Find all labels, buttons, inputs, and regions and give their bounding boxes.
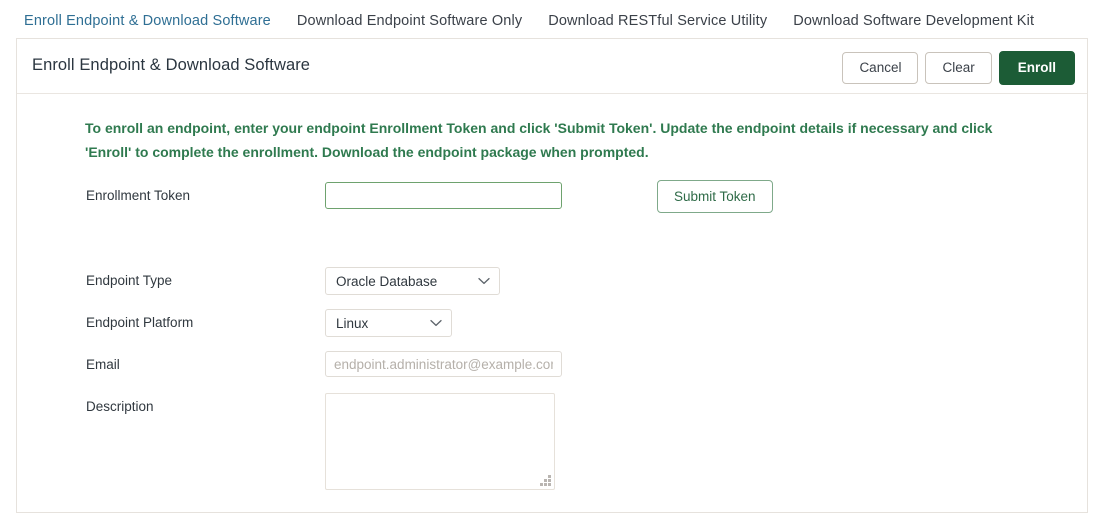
tab-label: Download RESTful Service Utility: [548, 13, 768, 29]
enroll-endpoint-panel: Enroll Endpoint & Download Software Canc…: [16, 39, 1088, 513]
chevron-down-icon: [478, 277, 490, 285]
endpoint-type-label: Endpoint Type: [86, 273, 173, 288]
tab-label: Download Endpoint Software Only: [296, 13, 523, 29]
submit-token-button[interactable]: Submit Token: [657, 180, 773, 213]
endpoint-type-value: Oracle Database: [336, 273, 438, 289]
chevron-down-icon: [430, 319, 442, 327]
tab-enroll-endpoint-download-software[interactable]: Enroll Endpoint & Download Software: [24, 0, 271, 42]
email-label: Email: [86, 357, 120, 372]
enrollment-token-input[interactable]: [325, 182, 562, 209]
endpoint-platform-select[interactable]: Linux: [325, 309, 452, 337]
tab-download-endpoint-software-only[interactable]: Download Endpoint Software Only: [297, 0, 522, 29]
endpoint-platform-value: Linux: [336, 315, 369, 331]
description-label: Description: [86, 399, 154, 414]
cancel-button[interactable]: Cancel: [842, 52, 919, 85]
tab-download-software-development-kit[interactable]: Download Software Development Kit: [793, 0, 1034, 29]
header-action-buttons: Cancel Clear Enroll: [842, 51, 1075, 86]
tab-bar: Enroll Endpoint & Download Software Down…: [0, 0, 1113, 42]
clear-button[interactable]: Clear: [925, 52, 992, 85]
endpoint-type-select[interactable]: Oracle Database: [325, 267, 500, 295]
endpoint-platform-label: Endpoint Platform: [86, 315, 194, 330]
tab-label: Enroll Endpoint & Download Software: [24, 13, 271, 29]
description-textarea[interactable]: [325, 393, 555, 490]
panel-body: To enroll an endpoint, enter your endpoi…: [17, 94, 1087, 512]
panel-header: Enroll Endpoint & Download Software Canc…: [17, 39, 1087, 94]
instructions-text: To enroll an endpoint, enter your endpoi…: [85, 120, 993, 161]
page-title: Enroll Endpoint & Download Software: [32, 56, 311, 74]
tab-list: Enroll Endpoint & Download Software Down…: [24, 0, 1060, 42]
enroll-button[interactable]: Enroll: [998, 51, 1075, 86]
tab-download-restful-service-utility[interactable]: Download RESTful Service Utility: [548, 0, 767, 29]
resize-handle-icon[interactable]: [540, 475, 551, 486]
tab-label: Download Software Development Kit: [793, 13, 1035, 29]
enrollment-token-label: Enrollment Token: [86, 188, 191, 203]
email-field[interactable]: [325, 351, 562, 377]
